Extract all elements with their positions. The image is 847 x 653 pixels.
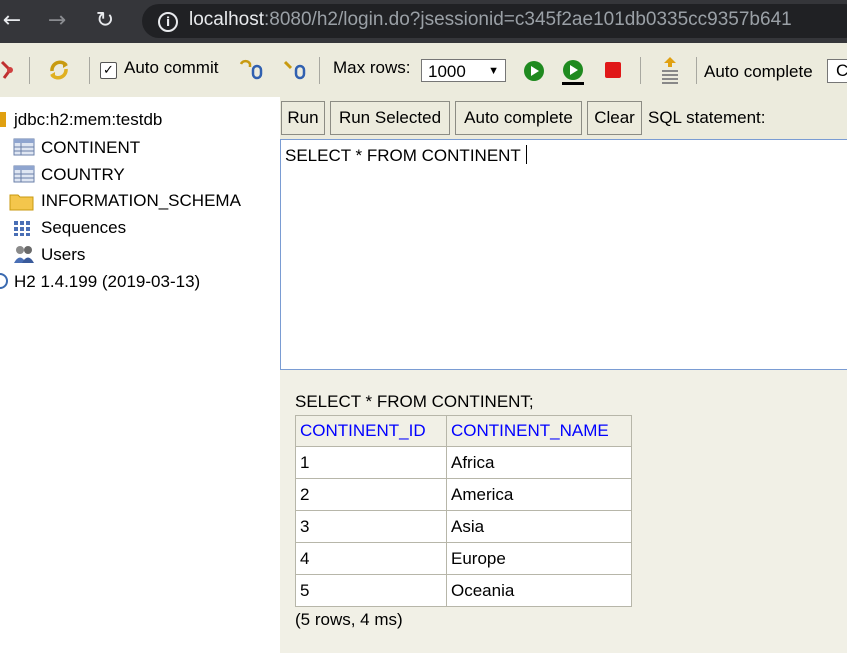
- text-cursor: [525, 145, 527, 164]
- max-rows-value: 1000: [428, 62, 466, 81]
- info-icon: [0, 273, 8, 289]
- result-summary: (5 rows, 4 ms): [295, 610, 403, 629]
- url-path: :8080/h2/login.do?jsessionid=c345f2ae101…: [264, 9, 792, 30]
- table-cell: 4: [295, 542, 447, 575]
- toolbar-separator: [29, 57, 30, 84]
- table-header-row: CONTINENT_ID CONTINENT_NAME: [295, 415, 632, 447]
- auto-commit-checkbox[interactable]: ✓: [100, 62, 117, 79]
- result-table: CONTINENT_ID CONTINENT_NAME 1 Africa 2 Ame…: [295, 415, 632, 607]
- rollback-icon[interactable]: [238, 58, 264, 82]
- auto-complete-value: C: [836, 61, 847, 80]
- clear-button[interactable]: Clear: [587, 101, 642, 135]
- reload-icon[interactable]: ↻: [93, 9, 117, 33]
- forward-arrow-icon[interactable]: →: [45, 9, 69, 33]
- history-icon[interactable]: [657, 55, 683, 85]
- tree-connection[interactable]: jdbc:h2:mem:testdb: [14, 110, 162, 130]
- table-cell: 3: [295, 510, 447, 543]
- table-cell: Asia: [446, 510, 632, 543]
- table-row: 1 Africa: [295, 446, 632, 479]
- refresh-icon[interactable]: [46, 57, 72, 83]
- tree-item-information-schema[interactable]: INFORMATION_SCHEMA: [41, 191, 241, 211]
- toolbar-separator: [696, 57, 697, 84]
- auto-complete-select[interactable]: C: [827, 59, 847, 83]
- database-icon: [0, 112, 6, 127]
- max-rows-select[interactable]: 1000 ▼: [421, 59, 506, 82]
- run-button[interactable]: Run: [281, 101, 325, 135]
- table-cell: 2: [295, 478, 447, 511]
- table-icon: [13, 165, 35, 183]
- table-row: 3 Asia: [295, 510, 632, 543]
- auto-complete-label: Auto complete: [704, 62, 813, 81]
- column-header-continent-name[interactable]: CONTINENT_NAME: [446, 415, 632, 447]
- toolbar-separator: [640, 57, 641, 84]
- sql-text: SELECT * FROM CONTINENT: [285, 146, 521, 165]
- commit-icon[interactable]: [283, 58, 307, 82]
- table-row: 4 Europe: [295, 542, 632, 575]
- url-host: localhost: [189, 9, 264, 30]
- table-cell: 5: [295, 574, 447, 607]
- tree-item-sequences[interactable]: Sequences: [41, 218, 126, 238]
- table-row: 5 Oceania: [295, 574, 632, 607]
- run-selected-button[interactable]: Run Selected: [330, 101, 450, 135]
- tree-version: H2 1.4.199 (2019-03-13): [14, 272, 201, 291]
- run-icon[interactable]: [522, 59, 546, 83]
- sql-statement-label: SQL statement:: [648, 108, 766, 127]
- table-icon: [13, 138, 35, 156]
- auto-complete-button[interactable]: Auto complete: [455, 101, 582, 135]
- sql-editor-content[interactable]: SELECT * FROM CONTINENT: [285, 145, 527, 166]
- auto-commit-label: Auto commit: [124, 58, 219, 77]
- users-icon: [14, 246, 34, 263]
- sequence-icon: [14, 221, 30, 236]
- table-cell: America: [446, 478, 632, 511]
- tree-item-continent[interactable]: CONTINENT: [41, 138, 140, 158]
- result-statement: SELECT * FROM CONTINENT;: [295, 392, 534, 411]
- sql-editor[interactable]: [280, 139, 847, 370]
- max-rows-label: Max rows:: [333, 58, 411, 77]
- tree-item-country[interactable]: COUNTRY: [41, 165, 125, 185]
- stop-icon[interactable]: [603, 60, 623, 80]
- site-info-icon[interactable]: i: [158, 12, 178, 32]
- table-cell: Europe: [446, 542, 632, 575]
- url-text[interactable]: localhost:8080/h2/login.do?jsessionid=c3…: [189, 9, 792, 31]
- table-row: 2 America: [295, 478, 632, 511]
- column-header-continent-id[interactable]: CONTINENT_ID: [295, 415, 447, 447]
- toolbar-separator: [89, 57, 90, 84]
- table-cell: Oceania: [446, 574, 632, 607]
- back-arrow-icon[interactable]: ←: [0, 9, 24, 33]
- toolbar-separator: [319, 57, 320, 84]
- tree-item-users[interactable]: Users: [41, 245, 85, 265]
- table-cell: Africa: [446, 446, 632, 479]
- dropdown-arrow-icon: ▼: [488, 65, 499, 77]
- table-cell: 1: [295, 446, 447, 479]
- run-selected-icon[interactable]: [560, 58, 586, 86]
- disconnect-icon[interactable]: [0, 58, 14, 82]
- folder-icon: [9, 194, 34, 211]
